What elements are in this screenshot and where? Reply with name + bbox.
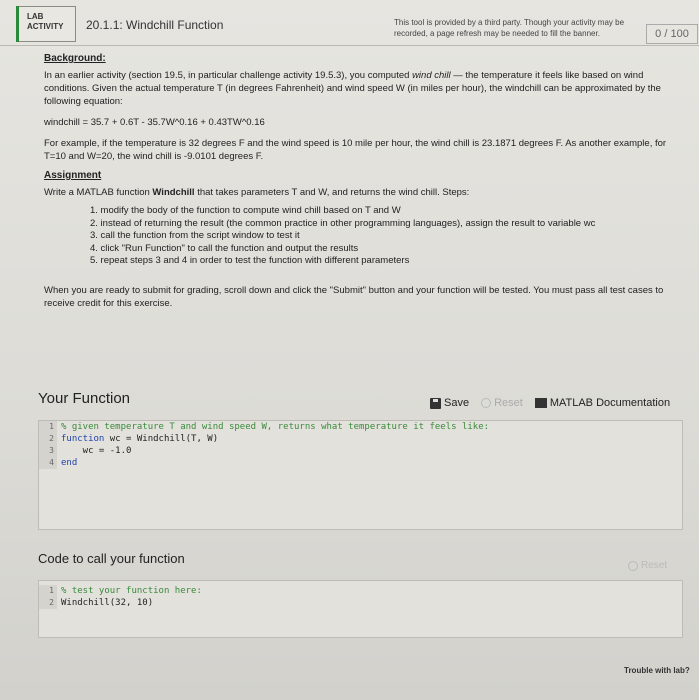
third-party-notice: This tool is provided by a third party. … — [394, 18, 625, 38]
line-number: 1 — [39, 421, 57, 433]
assignment-heading: Assignment — [44, 170, 102, 181]
background-paragraph: In an earlier activity (section 19.5, in… — [44, 69, 684, 108]
step-item: 2. instead of returning the result (the … — [90, 217, 596, 229]
line-number: 3 — [39, 445, 57, 457]
line-number: 2 — [39, 597, 57, 609]
reset-label: Reset — [494, 397, 523, 409]
code-line: 2 Windchill(32, 10) — [39, 597, 682, 609]
activity-header: LAB ACTIVITY 20.1.1: Windchill Function … — [0, 0, 699, 46]
line-number: 1 — [39, 585, 57, 597]
lab-page: LAB ACTIVITY 20.1.1: Windchill Function … — [0, 0, 699, 700]
call-function-title: Code to call your function — [38, 551, 185, 566]
reset-label: Reset — [641, 560, 668, 571]
line-number: 2 — [39, 433, 57, 445]
call-editor[interactable]: 1 % test your function here: 2 Windchill… — [38, 580, 683, 638]
activity-label: ACTIVITY — [27, 22, 64, 31]
save-icon — [430, 397, 441, 409]
keyword: function — [61, 434, 105, 444]
code-line: 4 end — [39, 457, 682, 469]
step-item: 1. modify the body of the function to co… — [90, 205, 401, 216]
code-line: 3 wc = -1.0 — [39, 445, 682, 457]
line-number: 4 — [39, 457, 57, 469]
code-text: Windchill(32, 10) — [61, 598, 154, 608]
windchill-equation: windchill = 35.7 + 0.6T - 35.7W^0.16 + 0… — [44, 117, 265, 128]
matlab-documentation-link[interactable]: MATLAB Documentation — [534, 397, 671, 409]
reset-button[interactable]: Reset — [481, 397, 523, 409]
trouble-with-lab-link[interactable]: Trouble with lab? — [624, 666, 690, 675]
code-rest: wc = Windchill(T, W) — [104, 434, 219, 444]
code-text: function wc = Windchill(T, W) — [57, 433, 218, 445]
function-editor[interactable]: 1 % given temperature T and wind speed W… — [38, 420, 683, 530]
documentation-icon — [534, 398, 547, 408]
assignment-text-cont: that takes parameters T and W, and retur… — [194, 187, 470, 198]
code-text: wc = -1.0 — [61, 446, 132, 456]
step-item: 5. repeat steps 3 and 4 in order to test… — [90, 255, 410, 266]
steps-list: 1. modify the body of the function to co… — [90, 205, 684, 268]
badge-accent-bar — [16, 6, 19, 42]
reset-icon — [481, 398, 492, 408]
background-heading: Background: — [44, 53, 106, 64]
assignment-text: Write a MATLAB function — [44, 187, 153, 198]
your-function-title: Your Function — [38, 390, 131, 407]
wind-chill-term: wind chill — [412, 70, 451, 81]
code-line: 2 function wc = Windchill(T, W) — [39, 433, 682, 445]
background-text: In an earlier activity (section 19.5, in… — [44, 70, 413, 81]
example-paragraph: For example, if the temperature is 32 de… — [44, 138, 667, 162]
lab-label: LAB — [27, 12, 44, 21]
submit-note: When you are ready to submit for grading… — [44, 284, 664, 309]
instructions: Background: In an earlier activity (sect… — [44, 52, 684, 310]
reset-icon — [628, 560, 638, 571]
call-reset-button[interactable]: Reset — [628, 560, 667, 571]
assignment-paragraph: Write a MATLAB function Windchill that t… — [44, 186, 684, 199]
function-name: Windchill — [152, 187, 195, 198]
function-toolbar: Save Reset MATLAB Documentation — [430, 397, 670, 409]
save-label: Save — [444, 397, 470, 409]
step-item: 4. click "Run Function" to call the func… — [90, 242, 359, 254]
code-text: % given temperature T and wind speed W, … — [61, 422, 490, 432]
code-text: % test your function here: — [61, 586, 202, 596]
keyword: end — [61, 458, 78, 468]
documentation-label: MATLAB Documentation — [549, 397, 671, 409]
score-display: 0 / 100 — [646, 24, 698, 44]
lab-activity-badge: LAB ACTIVITY — [16, 6, 76, 42]
code-line: 1 % test your function here: — [39, 585, 682, 597]
activity-title: 20.1.1: Windchill Function — [86, 18, 224, 32]
code-line: 1 % given temperature T and wind speed W… — [39, 421, 682, 433]
step-item: 3. call the function from the script win… — [90, 230, 300, 241]
save-button[interactable]: Save — [430, 397, 469, 409]
